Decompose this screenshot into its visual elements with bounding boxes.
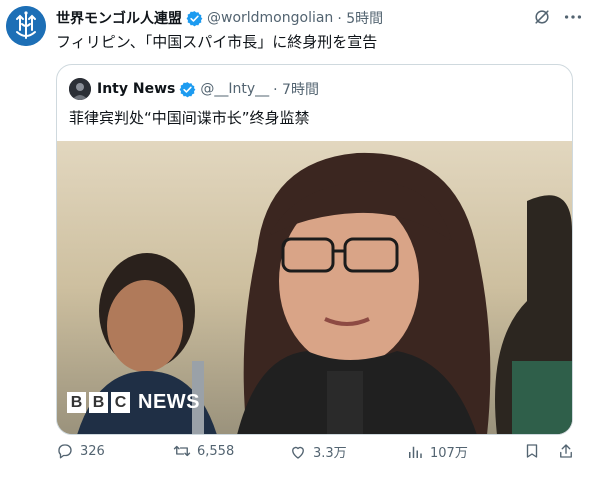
action-bar: 326 6,558 3.3万 107万	[56, 442, 594, 466]
reply-icon	[58, 444, 72, 459]
author-handle[interactable]: @worldmongolian	[207, 10, 333, 26]
quoted-avatar-image	[69, 78, 91, 100]
bbc-logo-b2: B	[89, 392, 108, 413]
bbc-news-watermark: B B C NEWS	[67, 391, 200, 414]
tweet-header: 世界モンゴル人連盟 @worldmongolian · 5時間	[56, 7, 580, 29]
quoted-author-name[interactable]: Inty News	[97, 81, 175, 97]
bookmark-button[interactable]	[523, 442, 547, 460]
verified-badge-icon	[179, 81, 196, 97]
view-count: 107万	[430, 446, 468, 461]
mongolian-federation-logo	[6, 6, 46, 46]
author-name[interactable]: 世界モンゴル人連盟	[56, 8, 182, 28]
like-button[interactable]: 3.3万	[289, 442, 347, 461]
grok-icon[interactable]	[532, 7, 552, 27]
avatar[interactable]	[6, 6, 46, 46]
quoted-header: Inty News @__Inty__ · 7時間	[69, 78, 319, 100]
views-icon	[409, 446, 422, 458]
quoted-handle[interactable]: @__Inty__	[200, 81, 269, 97]
quoted-text: 菲律宾判处“中国间谍市长”终身监禁	[69, 109, 310, 127]
reply-count: 326	[80, 443, 105, 459]
retweet-count: 6,558	[197, 443, 235, 459]
bbc-logo-c: C	[111, 392, 130, 413]
views-button[interactable]: 107万	[406, 442, 468, 461]
quoted-tweet[interactable]: Inty News @__Inty__ · 7時間 菲律宾判处“中国间谍市长”终…	[56, 64, 573, 435]
quoted-avatar[interactable]	[69, 78, 91, 100]
tweet-text: フィリピン、「中国スパイ市長」に終身刑を宣告	[56, 33, 378, 51]
bbc-news-text: NEWS	[138, 391, 200, 413]
more-icon[interactable]	[562, 6, 584, 28]
verified-badge-icon	[186, 10, 203, 26]
bbc-logo-b1: B	[67, 392, 86, 413]
share-button[interactable]	[557, 442, 581, 460]
like-count: 3.3万	[313, 446, 347, 461]
retweet-button[interactable]: 6,558	[173, 442, 234, 460]
reply-button[interactable]: 326	[56, 442, 105, 460]
retweet-icon	[173, 445, 191, 457]
news-photo[interactable]: B B C NEWS	[57, 141, 572, 434]
bookmark-icon	[526, 444, 538, 458]
tweet-time[interactable]: · 5時間	[337, 8, 383, 28]
share-icon	[560, 444, 572, 458]
like-icon	[292, 446, 304, 459]
quoted-time[interactable]: · 7時間	[273, 79, 319, 99]
